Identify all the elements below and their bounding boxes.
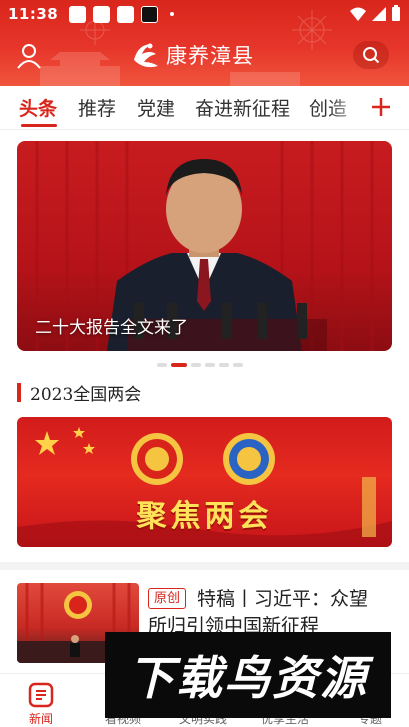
search-icon (363, 47, 380, 64)
headline-carousel[interactable]: 二十大报告全文来了 (17, 141, 392, 351)
user-profile-button[interactable] (13, 40, 45, 72)
add-channel-button[interactable] (368, 92, 394, 122)
notification-icon (141, 5, 159, 23)
carousel-indicator (157, 363, 247, 367)
section-heading[interactable]: 2023全国两会 (17, 382, 142, 405)
app-brand: 康养漳县 (128, 37, 254, 73)
battery-icon (392, 5, 400, 21)
user-icon (17, 44, 41, 69)
status-bar: 11:38 (0, 0, 409, 28)
section-marker (17, 382, 21, 402)
notification-icon (117, 5, 135, 23)
tabs-fade (330, 86, 366, 130)
channel-tabs: 头条 推荐 党建 奋进新征程 创造 (0, 86, 409, 130)
app-name: 康养漳县 (166, 44, 254, 68)
carousel-dot[interactable] (191, 363, 201, 367)
tab-party-building[interactable]: 党建 (137, 94, 175, 121)
watermark-text: 下载鸟资源 (128, 651, 368, 705)
tab-recommended[interactable]: 推荐 (78, 94, 116, 121)
feature-banner[interactable]: 聚焦两会 (17, 417, 392, 547)
carousel-dot[interactable] (205, 363, 215, 367)
app-header: 11:38 康养漳县 (0, 0, 409, 86)
tabs-divider (0, 129, 409, 130)
carousel-dot[interactable] (157, 363, 167, 367)
status-time: 11:38 (8, 5, 59, 23)
app-screen: 11:38 康养漳县 头条 推荐 党建 奋进新征程 创造 二十大报告全文来了 2… (0, 0, 409, 727)
app-logo-icon (134, 43, 158, 68)
status-icons (349, 5, 401, 22)
carousel-dot[interactable] (219, 363, 229, 367)
section-title: 2023全国两会 (30, 384, 142, 405)
carousel-dot[interactable] (233, 363, 243, 367)
nav-news-label: 新闻 (28, 712, 53, 726)
tab-new-journey[interactable]: 奋进新征程 (195, 94, 290, 121)
original-tag: 原创 (148, 588, 187, 609)
wifi-icon (350, 7, 366, 21)
nav-news[interactable]: 新闻 (6, 678, 76, 726)
feature-title: 聚焦两会 (136, 499, 273, 534)
carousel-dot-active[interactable] (171, 363, 187, 367)
watermark-overlay: 下载鸟资源 (105, 632, 391, 718)
banner-caption: 二十大报告全文来了 (35, 318, 188, 338)
notification-icon (93, 5, 111, 23)
more-notifications-icon (170, 12, 175, 16)
tab-headlines[interactable]: 头条 (19, 94, 57, 121)
news-icon (28, 682, 54, 708)
news-title-line1[interactable]: 特稿丨习近平：众望 (197, 586, 387, 613)
plus-icon (372, 98, 390, 116)
notification-icon (69, 5, 87, 23)
section-separator (0, 562, 409, 570)
search-button[interactable] (353, 41, 389, 69)
signal-icon (372, 6, 386, 21)
active-tab-indicator (21, 124, 57, 127)
